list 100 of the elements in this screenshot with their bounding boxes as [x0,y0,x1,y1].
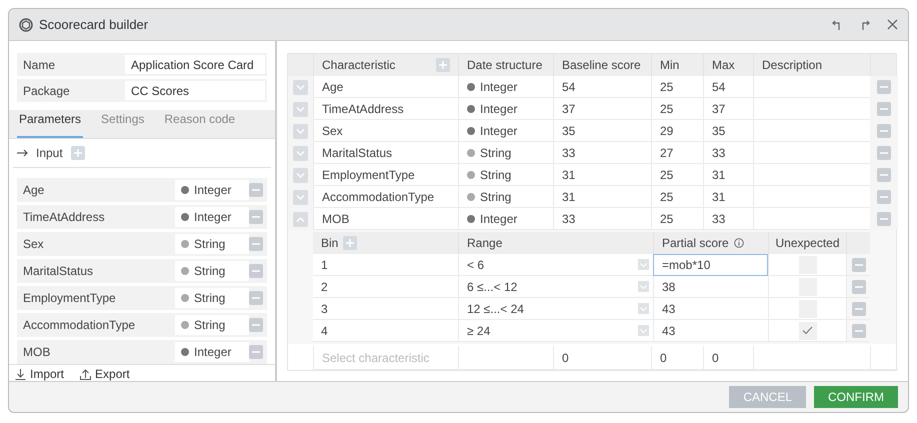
remove-button[interactable] [877,80,891,94]
minus-icon [880,86,888,88]
remove-button[interactable] [877,102,891,116]
table-cell: 25 [651,164,703,186]
expand-toggle[interactable] [293,80,308,94]
column-header: Characteristic [322,57,396,74]
plus-icon [346,239,354,247]
action-link[interactable]: Export [80,365,130,383]
remove-button[interactable] [249,237,263,251]
table-cell: 31 [703,186,753,208]
add-button[interactable] [70,146,85,160]
remove-button[interactable] [249,318,263,332]
remove-button[interactable] [249,345,263,359]
expand-toggle[interactable] [293,190,308,204]
score-field[interactable]: =mob*10 [653,254,768,276]
parameter-name: AccommodationType [22,317,136,334]
minus-icon [252,189,260,191]
remove-button[interactable] [877,124,891,138]
remove-button[interactable] [852,302,866,316]
expand-toggle[interactable] [293,168,308,182]
table-cell: 35 [553,120,651,142]
type-label: Integer [194,209,232,226]
plus-icon [74,149,82,157]
parameter-name: Age [22,182,46,199]
checkbox[interactable] [798,322,816,340]
minus-icon [252,243,260,245]
expand-toggle[interactable] [293,124,308,138]
chevron-down-icon [296,150,305,156]
column-header: Range [467,235,502,252]
remove-button[interactable] [877,146,891,160]
dropdown-button[interactable] [638,281,649,292]
chevron-down-icon [296,172,305,178]
close-icon[interactable] [887,19,898,30]
expand-toggle[interactable] [293,146,308,160]
type-label: Integer [480,210,518,228]
dropdown-button[interactable] [638,259,649,270]
remove-button[interactable] [249,291,263,305]
table-cell: 0 [703,346,753,370]
upload-icon [80,368,92,380]
minus-icon [880,196,888,198]
minus-icon [880,152,888,154]
remove-button[interactable] [877,190,891,204]
type-label: Integer [480,100,518,118]
type-label: String [480,188,512,206]
range-value: 6 ≤...< 12 [467,278,518,296]
minus-icon [854,264,862,266]
minus-icon [252,324,260,326]
remove-button[interactable] [877,212,891,226]
table-cell: 31 [553,164,651,186]
minus-icon [252,216,260,218]
score-field[interactable]: 38 [653,276,768,298]
expand-toggle[interactable] [293,212,308,226]
table-cell: 37 [553,98,651,120]
table-cell: 33 [553,142,651,164]
range-value: 12 ≤...< 24 [467,300,524,318]
type-label: Integer [480,78,518,96]
remove-button[interactable] [249,264,263,278]
text-field[interactable]: CC Scores [125,81,265,100]
table-cell: MaritalStatus [313,142,458,164]
score-field[interactable]: 43 [653,298,768,320]
dropdown-button[interactable] [638,325,649,336]
remove-button[interactable] [249,183,263,197]
range-value: ≥ 24 [467,322,490,340]
minus-icon [854,308,862,310]
add-button[interactable] [436,58,450,72]
table-cell: 31 [553,186,651,208]
type-label: String [194,317,226,334]
text-field[interactable]: Application Score Card [125,55,265,74]
table-cell: 54 [703,76,753,98]
minus-icon [880,174,888,176]
dropdown-button[interactable] [638,303,649,314]
table-cell: 25 [651,76,703,98]
cube-icon [19,18,33,32]
field-label: Package [22,82,71,100]
add-button[interactable] [343,236,358,250]
table-cell: 1 [313,254,458,276]
remove-button[interactable] [852,324,866,338]
table-cell: 37 [703,98,753,120]
expand-toggle[interactable] [293,102,308,116]
table-cell: 0 [651,346,703,370]
info-icon [734,238,744,248]
remove-button[interactable] [249,210,263,224]
table-cell: AccommodationType [313,186,458,208]
column-header: Bin [321,235,338,252]
column-header: Description [762,57,822,74]
parameter-name: MaritalStatus [22,263,94,280]
table-cell: 31 [703,164,753,186]
chevron-down-icon [296,84,305,90]
table-cell: 0 [553,346,651,370]
minus-icon [854,286,862,288]
remove-button[interactable] [852,258,866,272]
score-field[interactable]: 43 [653,320,768,342]
parameter-name: EmploymentType [22,290,117,307]
table-cell: 27 [651,142,703,164]
tab[interactable]: Parameters [17,110,84,138]
remove-button[interactable] [877,168,891,182]
remove-button[interactable] [852,280,866,294]
action-link[interactable]: Import [15,365,64,383]
parameter-name: MOB [22,344,52,361]
table-cell: 35 [703,120,753,142]
